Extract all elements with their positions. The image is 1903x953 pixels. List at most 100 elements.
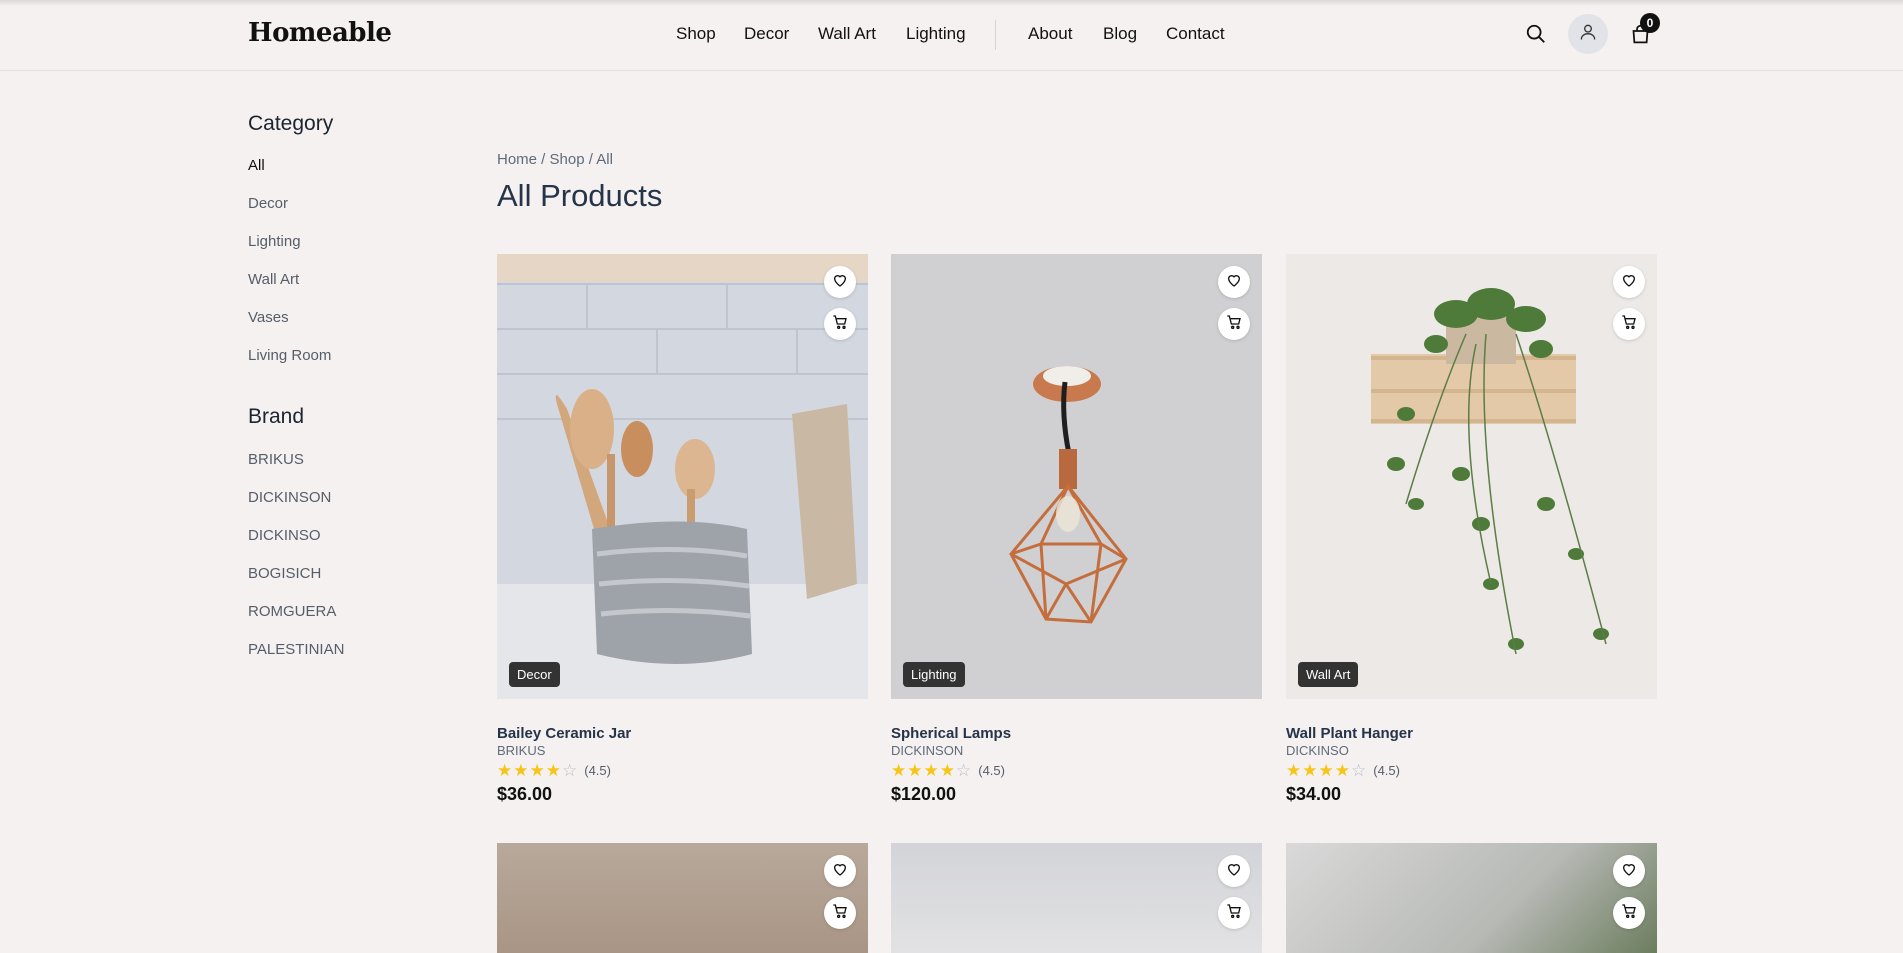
heart-icon	[1226, 861, 1242, 882]
site-header: Homeable Shop Decor Wall Art Lighting Ab…	[0, 0, 1903, 71]
add-to-cart-button[interactable]	[1218, 308, 1250, 340]
brand-palestinian[interactable]: PALESTINIAN	[248, 641, 344, 658]
heart-icon	[832, 861, 848, 882]
wishlist-button[interactable]	[1613, 855, 1645, 887]
star-full-icon: ★	[1334, 761, 1350, 780]
star-full-icon: ★	[939, 761, 955, 780]
product-rating: ★ ★ ★ ★ ☆ (4.5)	[497, 762, 611, 779]
add-to-cart-button[interactable]	[824, 897, 856, 929]
category-vases[interactable]: Vases	[248, 309, 289, 326]
category-living-room[interactable]: Living Room	[248, 347, 331, 364]
heart-icon	[1226, 272, 1242, 293]
category-heading: Category	[248, 112, 334, 135]
product-card[interactable]: Lighting Spherical Lamps DICKINSON ★ ★ ★ ★ ☆…	[891, 254, 1262, 804]
star-full-icon: ★	[1302, 761, 1318, 780]
category-decor[interactable]: Decor	[248, 195, 288, 212]
product-image[interactable]: Decor	[497, 254, 868, 699]
cart-icon	[832, 903, 848, 924]
star-empty-icon: ☆	[562, 761, 578, 780]
cart-icon	[1621, 314, 1637, 335]
product-image[interactable]	[1286, 843, 1657, 953]
product-price: $34.00	[1286, 784, 1342, 804]
category-badge: Decor	[509, 662, 560, 687]
star-full-icon: ★	[1318, 761, 1334, 780]
product-brand: DICKINSON	[891, 743, 964, 758]
product-name[interactable]: Wall Plant Hanger	[1286, 725, 1413, 742]
heart-icon	[1621, 861, 1637, 882]
breadcrumb-shop[interactable]: Shop	[550, 151, 585, 168]
brand-bogisich[interactable]: BOGISICH	[248, 565, 321, 582]
cart-icon	[1621, 903, 1637, 924]
product-card[interactable]: Decor Bailey Ceramic Jar BRIKUS ★ ★ ★ ★ ☆ (4…	[497, 254, 868, 804]
product-photo	[1286, 843, 1657, 953]
product-brand: DICKINSO	[1286, 743, 1349, 758]
header-shadow	[0, 0, 1903, 6]
brand-brikus[interactable]: BRIKUS	[248, 451, 304, 468]
category-badge: Lighting	[903, 662, 965, 687]
product-photo	[497, 843, 868, 953]
breadcrumb-home[interactable]: Home	[497, 151, 537, 168]
product-photo	[891, 843, 1262, 953]
rating-text: (4.5)	[1373, 763, 1400, 778]
wishlist-button[interactable]	[1613, 266, 1645, 298]
user-icon	[1578, 22, 1598, 47]
category-wall-art[interactable]: Wall Art	[248, 271, 299, 288]
site-logo[interactable]: Homeable	[248, 18, 392, 48]
brand-dickinso[interactable]: DICKINSO	[248, 527, 321, 544]
brand-romguera[interactable]: ROMGUERA	[248, 603, 336, 620]
nav-decor[interactable]: Decor	[744, 24, 789, 44]
nav-lighting[interactable]: Lighting	[906, 24, 966, 44]
nav-wall-art[interactable]: Wall Art	[818, 24, 876, 44]
rating-text: (4.5)	[978, 763, 1005, 778]
add-to-cart-button[interactable]	[824, 308, 856, 340]
star-full-icon: ★	[891, 761, 907, 780]
product-image[interactable]: Lighting	[891, 254, 1262, 699]
search-icon[interactable]	[1524, 22, 1548, 46]
wishlist-button[interactable]	[824, 855, 856, 887]
product-card[interactable]	[1286, 843, 1657, 953]
brand-heading: Brand	[248, 405, 305, 428]
category-lighting[interactable]: Lighting	[248, 233, 301, 250]
product-price: $120.00	[891, 784, 957, 804]
wishlist-button[interactable]	[824, 266, 856, 298]
breadcrumb-current: All	[596, 151, 613, 168]
star-full-icon: ★	[513, 761, 529, 780]
product-card[interactable]	[891, 843, 1262, 953]
nav-divider	[995, 20, 996, 50]
add-to-cart-button[interactable]	[1613, 897, 1645, 929]
product-card[interactable]: Wall Art Wall Plant Hanger DICKINSO ★ ★ ★ ★…	[1286, 254, 1657, 804]
nav-shop[interactable]: Shop	[676, 24, 716, 44]
star-full-icon: ★	[923, 761, 939, 780]
product-brand: BRIKUS	[497, 743, 546, 758]
cart-icon	[1226, 314, 1242, 335]
product-name[interactable]: Spherical Lamps	[891, 725, 1011, 742]
product-price: $36.00	[497, 784, 553, 804]
product-image[interactable]: Wall Art	[1286, 254, 1657, 699]
star-full-icon: ★	[1286, 761, 1302, 780]
product-image[interactable]	[891, 843, 1262, 953]
page-title: All Products	[497, 178, 663, 213]
nav-blog[interactable]: Blog	[1103, 24, 1137, 44]
product-image[interactable]	[497, 843, 868, 953]
product-rating: ★ ★ ★ ★ ☆ (4.5)	[891, 762, 1005, 779]
heart-icon	[1621, 272, 1637, 293]
nav-contact[interactable]: Contact	[1166, 24, 1225, 44]
pendant-lamp-photo	[891, 254, 1262, 699]
star-empty-icon: ☆	[956, 761, 972, 780]
category-all[interactable]: All	[248, 157, 265, 174]
star-full-icon: ★	[907, 761, 923, 780]
wishlist-button[interactable]	[1218, 266, 1250, 298]
add-to-cart-button[interactable]	[1218, 897, 1250, 929]
nav-about[interactable]: About	[1028, 24, 1072, 44]
brand-dickinson[interactable]: DICKINSON	[248, 489, 331, 506]
star-empty-icon: ☆	[1351, 761, 1367, 780]
add-to-cart-button[interactable]	[1613, 308, 1645, 340]
rating-text: (4.5)	[584, 763, 611, 778]
cart-count-badge: 0	[1640, 13, 1660, 33]
account-button[interactable]	[1568, 14, 1608, 54]
ceramic-jar-photo	[497, 254, 868, 699]
product-card[interactable]	[497, 843, 868, 953]
cart-icon	[1226, 903, 1242, 924]
product-name[interactable]: Bailey Ceramic Jar	[497, 725, 631, 742]
wishlist-button[interactable]	[1218, 855, 1250, 887]
